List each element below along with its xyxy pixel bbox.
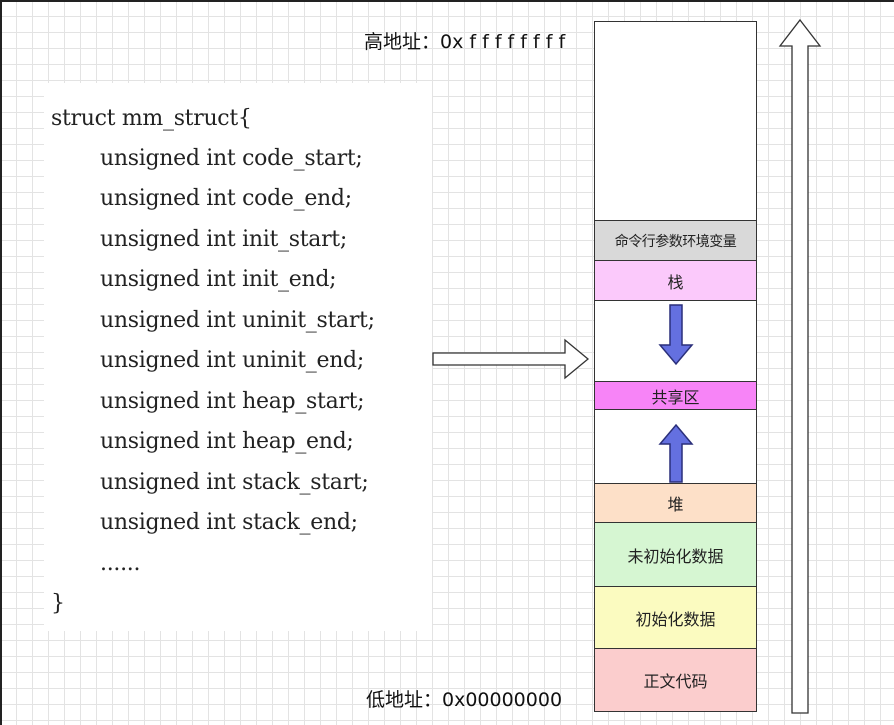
up-arrow-icon (658, 423, 694, 483)
up-hollow-arrow-icon (778, 18, 822, 714)
down-arrow-icon (658, 304, 694, 366)
right-hollow-arrow-icon (432, 338, 590, 380)
arrows-layer (432, 18, 822, 714)
